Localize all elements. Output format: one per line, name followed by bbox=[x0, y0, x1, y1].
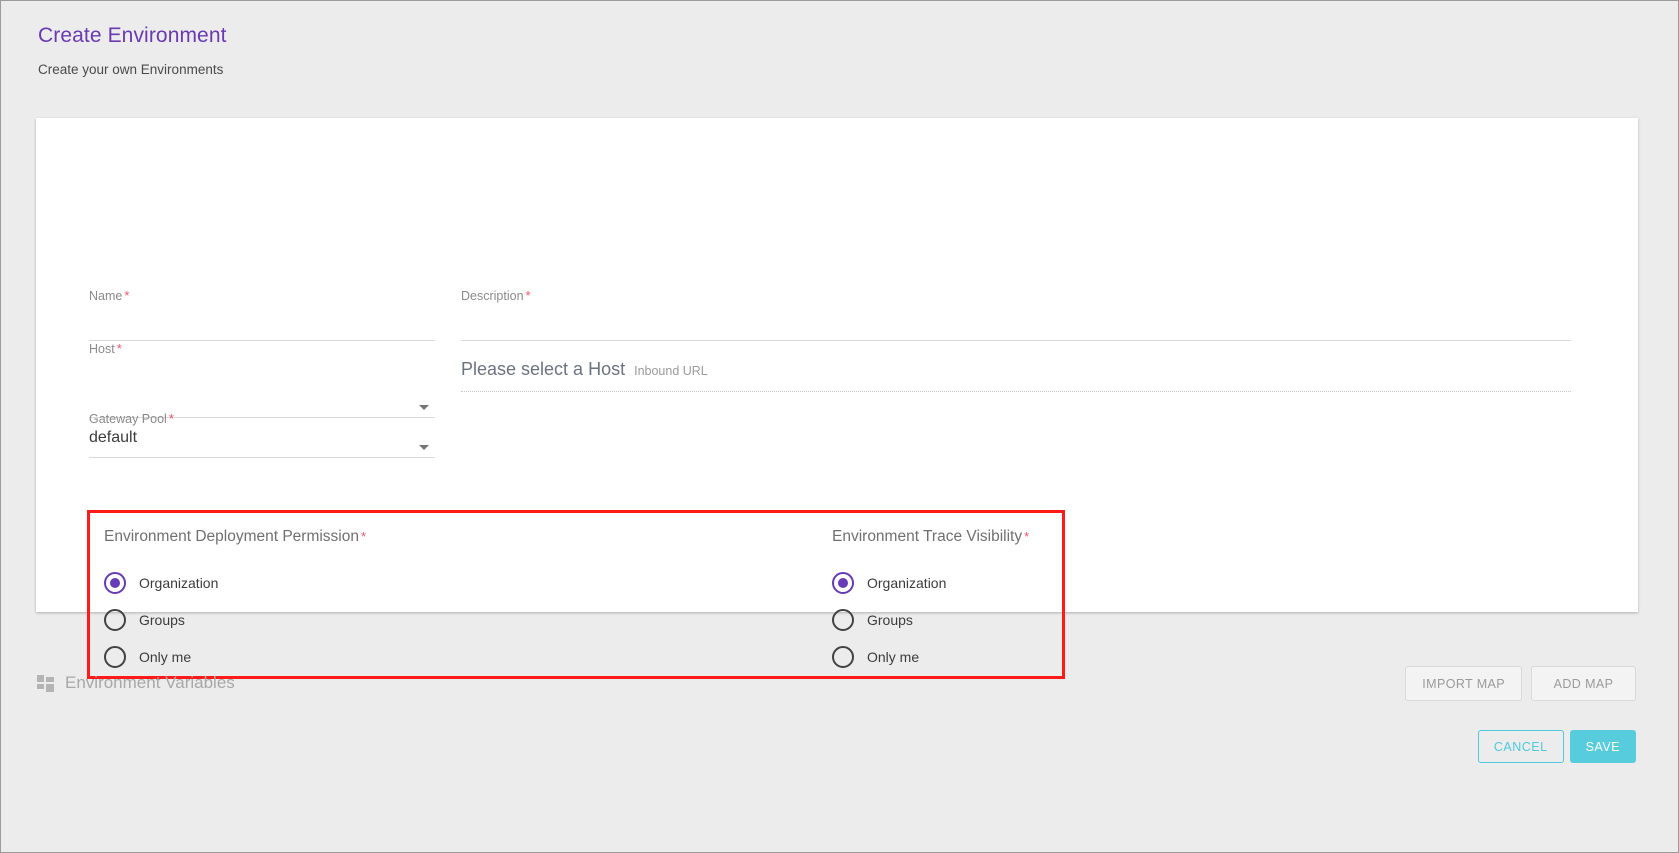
environment-variables-section: Environment Variables bbox=[37, 672, 235, 694]
import-map-button[interactable]: IMPORT MAP bbox=[1405, 666, 1522, 701]
description-required-mark: * bbox=[526, 288, 531, 303]
radio-label: Only me bbox=[139, 647, 191, 667]
radio-trace-only-me[interactable]: Only me bbox=[832, 638, 1029, 675]
radio-label: Only me bbox=[867, 647, 919, 667]
radio-label: Groups bbox=[139, 610, 185, 630]
description-label: Description* bbox=[461, 288, 1571, 304]
page-header: Create Environment Create your own Envir… bbox=[38, 23, 227, 79]
radio-deployment-groups[interactable]: Groups bbox=[104, 601, 366, 638]
name-input[interactable] bbox=[89, 304, 435, 326]
description-input[interactable] bbox=[461, 304, 1571, 326]
permissions-highlight-box: Environment Deployment Permission* Organ… bbox=[87, 510, 1065, 679]
cancel-button[interactable]: CANCEL bbox=[1478, 730, 1564, 763]
map-buttons-group: IMPORT MAP ADD MAP bbox=[1405, 666, 1636, 701]
host-label-text: Host bbox=[89, 342, 115, 356]
action-buttons-group: CANCEL SAVE bbox=[1478, 730, 1636, 763]
trace-visibility-group: Environment Trace Visibility* Organizati… bbox=[832, 526, 1029, 675]
gateway-pool-label: Gateway Pool* bbox=[89, 411, 435, 427]
app-window: Create Environment Create your own Envir… bbox=[0, 0, 1679, 853]
gateway-pool-required-mark: * bbox=[169, 411, 174, 426]
deployment-permission-title-text: Environment Deployment Permission bbox=[104, 528, 359, 545]
host-placeholder-text: Please select a Host bbox=[461, 356, 625, 382]
description-label-text: Description bbox=[461, 289, 524, 303]
chevron-down-icon[interactable] bbox=[419, 405, 429, 410]
gateway-pool-select[interactable]: default bbox=[89, 427, 435, 449]
chevron-down-icon[interactable] bbox=[419, 445, 429, 450]
radio-label: Organization bbox=[139, 573, 218, 593]
host-required-mark: * bbox=[117, 341, 122, 356]
trace-visibility-title-text: Environment Trace Visibility bbox=[832, 528, 1022, 545]
name-label: Name* bbox=[89, 288, 435, 304]
add-map-button[interactable]: ADD MAP bbox=[1531, 666, 1636, 701]
gateway-pool-label-text: Gateway Pool bbox=[89, 412, 167, 426]
name-required-mark: * bbox=[124, 288, 129, 303]
host-select[interactable] bbox=[89, 357, 435, 379]
grid-icon bbox=[37, 675, 54, 692]
description-underline bbox=[461, 340, 1571, 341]
radio-trace-groups[interactable]: Groups bbox=[832, 601, 1029, 638]
page-subtitle: Create your own Environments bbox=[38, 61, 227, 79]
description-field-group: Description* bbox=[461, 288, 1571, 341]
host-label: Host* bbox=[89, 341, 435, 357]
trace-visibility-required-mark: * bbox=[1024, 529, 1029, 544]
radio-icon-unchecked[interactable] bbox=[104, 646, 126, 668]
environment-variables-label: Environment Variables bbox=[65, 672, 235, 694]
radio-icon-checked[interactable] bbox=[104, 572, 126, 594]
radio-icon-checked[interactable] bbox=[832, 572, 854, 594]
trace-visibility-title: Environment Trace Visibility* bbox=[832, 526, 1029, 548]
inbound-url-underline bbox=[461, 391, 1571, 392]
radio-label: Organization bbox=[867, 573, 946, 593]
radio-icon-unchecked[interactable] bbox=[832, 609, 854, 631]
name-field-group: Name* bbox=[89, 288, 435, 341]
deployment-permission-title: Environment Deployment Permission* bbox=[104, 526, 366, 548]
create-environment-card: Name* Description* Host* Gateway Pool bbox=[36, 118, 1638, 612]
deployment-permission-group: Environment Deployment Permission* Organ… bbox=[104, 526, 366, 675]
deployment-permission-required-mark: * bbox=[361, 529, 366, 544]
inbound-url-row: Please select a Host Inbound URL bbox=[461, 356, 1571, 382]
inbound-url-label: Inbound URL bbox=[634, 362, 708, 380]
radio-icon-unchecked[interactable] bbox=[832, 646, 854, 668]
gateway-pool-underline bbox=[89, 457, 435, 458]
inbound-url-field-group: Please select a Host Inbound URL bbox=[461, 356, 1571, 392]
radio-icon-unchecked[interactable] bbox=[104, 609, 126, 631]
radio-label: Groups bbox=[867, 610, 913, 630]
name-label-text: Name bbox=[89, 289, 122, 303]
radio-deployment-only-me[interactable]: Only me bbox=[104, 638, 366, 675]
host-field-group: Host* bbox=[89, 341, 435, 418]
radio-trace-organization[interactable]: Organization bbox=[832, 564, 1029, 601]
radio-deployment-organization[interactable]: Organization bbox=[104, 564, 366, 601]
save-button[interactable]: SAVE bbox=[1570, 730, 1636, 763]
gateway-pool-field-group: Gateway Pool* default bbox=[89, 411, 435, 458]
page-title: Create Environment bbox=[38, 23, 227, 49]
